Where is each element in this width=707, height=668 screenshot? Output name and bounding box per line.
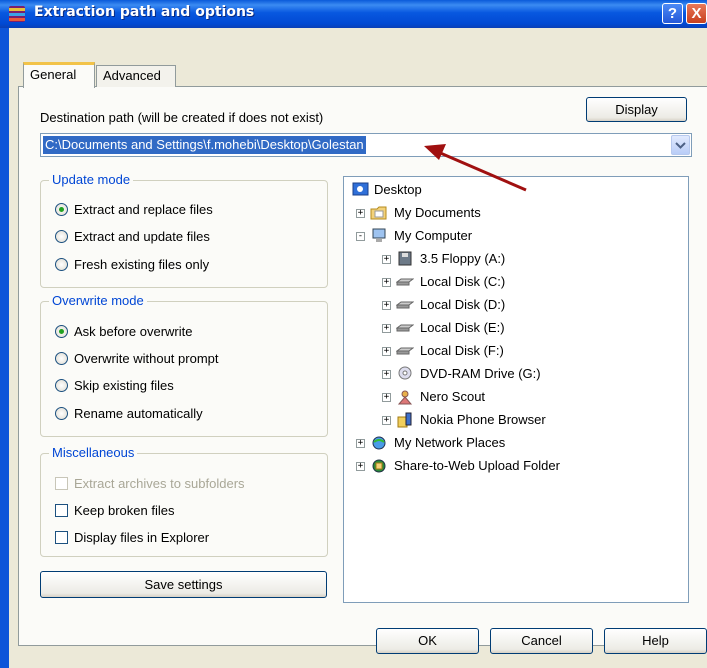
help-button[interactable]: Help bbox=[604, 628, 707, 654]
tree-item-label: Nokia Phone Browser bbox=[420, 412, 546, 427]
expander-plus-icon[interactable]: + bbox=[382, 255, 391, 264]
help-title-button[interactable]: ? bbox=[662, 3, 683, 24]
close-button[interactable]: X bbox=[686, 3, 707, 24]
disk-icon bbox=[396, 324, 414, 332]
overwrite-mode-group: Overwrite mode Ask before overwrite Over… bbox=[40, 293, 328, 437]
miscellaneous-title: Miscellaneous bbox=[49, 445, 138, 460]
disk-icon bbox=[396, 301, 414, 309]
chevron-down-icon[interactable] bbox=[671, 135, 690, 155]
option-label: Extract archives to subfolders bbox=[74, 476, 245, 491]
radio-button[interactable] bbox=[55, 407, 68, 420]
desktop-icon bbox=[352, 182, 369, 196]
extraction-dialog: Extraction path and options ? X General … bbox=[0, 0, 707, 668]
option-label: Extract and replace files bbox=[74, 202, 213, 217]
network-icon bbox=[372, 436, 386, 450]
expander-plus-icon[interactable]: + bbox=[356, 209, 365, 218]
update-mode-group: Update mode Extract and replace files Ex… bbox=[40, 172, 328, 288]
phone-icon bbox=[397, 412, 412, 428]
expander-plus-icon[interactable]: + bbox=[356, 462, 365, 471]
tree-item-label: Local Disk (C:) bbox=[420, 274, 506, 289]
expander-plus-icon[interactable]: + bbox=[382, 278, 391, 287]
radio-button[interactable] bbox=[55, 230, 68, 243]
folder-icon bbox=[370, 206, 387, 220]
destination-path-value: C:\Documents and Settings\f.mohebi\Deskt… bbox=[43, 136, 366, 154]
option-label: Overwrite without prompt bbox=[74, 351, 219, 366]
update-mode-title: Update mode bbox=[49, 172, 134, 187]
title-bar[interactable]: Extraction path and options ? X bbox=[0, 0, 707, 28]
tree-item-label: My Network Places bbox=[394, 435, 506, 450]
floppy-icon bbox=[398, 251, 412, 266]
checkbox[interactable] bbox=[55, 531, 68, 544]
tree-item-label: Local Disk (D:) bbox=[420, 297, 506, 312]
window-title: Extraction path and options bbox=[34, 4, 255, 20]
checkbox bbox=[55, 477, 68, 490]
checkbox[interactable] bbox=[55, 504, 68, 517]
window-frame-left bbox=[0, 28, 9, 668]
option-label: Extract and update files bbox=[74, 229, 210, 244]
expander-plus-icon[interactable]: + bbox=[356, 439, 365, 448]
destination-path-combo[interactable]: C:\Documents and Settings\f.mohebi\Deskt… bbox=[40, 133, 692, 157]
tab-advanced[interactable]: Advanced bbox=[96, 65, 176, 87]
expander-plus-icon[interactable]: + bbox=[382, 370, 391, 379]
radio-button[interactable] bbox=[55, 325, 68, 338]
web-folder-icon bbox=[372, 459, 386, 473]
overwrite-mode-title: Overwrite mode bbox=[49, 293, 147, 308]
ok-button[interactable]: OK bbox=[376, 628, 479, 654]
expander-plus-icon[interactable]: + bbox=[382, 301, 391, 310]
tree-item-label: Desktop bbox=[374, 182, 422, 197]
expander-plus-icon[interactable]: + bbox=[382, 324, 391, 333]
radio-button[interactable] bbox=[55, 258, 68, 271]
expander-minus-icon[interactable]: - bbox=[356, 232, 365, 241]
tree-item-label: 3.5 Floppy (A:) bbox=[420, 251, 506, 266]
option-label: Keep broken files bbox=[74, 503, 175, 518]
radio-button[interactable] bbox=[55, 203, 68, 216]
option-label: Display files in Explorer bbox=[74, 530, 210, 545]
option-label: Ask before overwrite bbox=[74, 324, 193, 339]
option-label: Skip existing files bbox=[74, 378, 174, 393]
radio-button[interactable] bbox=[55, 379, 68, 392]
folder-tree[interactable]: Desktop + My Documents - My Computer + 3… bbox=[343, 176, 689, 603]
tree-item-label: My Computer bbox=[394, 228, 473, 243]
tree-item-label: Local Disk (E:) bbox=[420, 320, 505, 335]
option-label: Rename automatically bbox=[74, 406, 203, 421]
tree-item-label: Nero Scout bbox=[420, 389, 486, 404]
tree-item-label: Share-to-Web Upload Folder bbox=[394, 458, 560, 473]
tree-item-label: My Documents bbox=[394, 205, 481, 220]
dvd-icon bbox=[398, 366, 412, 380]
display-button[interactable]: Display bbox=[586, 97, 687, 122]
nero-icon bbox=[397, 390, 413, 405]
tab-general[interactable]: General bbox=[23, 62, 95, 88]
expander-plus-icon[interactable]: + bbox=[382, 347, 391, 356]
option-label: Fresh existing files only bbox=[74, 257, 210, 272]
expander-plus-icon[interactable]: + bbox=[382, 416, 391, 425]
miscellaneous-group: Miscellaneous Extract archives to subfol… bbox=[40, 445, 328, 557]
disk-icon bbox=[396, 278, 414, 286]
winrar-icon bbox=[9, 6, 25, 22]
tree-item-label: DVD-RAM Drive (G:) bbox=[420, 366, 541, 381]
save-settings-button[interactable]: Save settings bbox=[40, 571, 327, 598]
tree-item-label: Local Disk (F:) bbox=[420, 343, 504, 358]
computer-icon bbox=[372, 228, 386, 242]
destination-path-label: Destination path (will be created if doe… bbox=[40, 110, 324, 125]
cancel-button[interactable]: Cancel bbox=[490, 628, 593, 654]
disk-icon bbox=[396, 347, 414, 355]
expander-plus-icon[interactable]: + bbox=[382, 393, 391, 402]
radio-button[interactable] bbox=[55, 352, 68, 365]
